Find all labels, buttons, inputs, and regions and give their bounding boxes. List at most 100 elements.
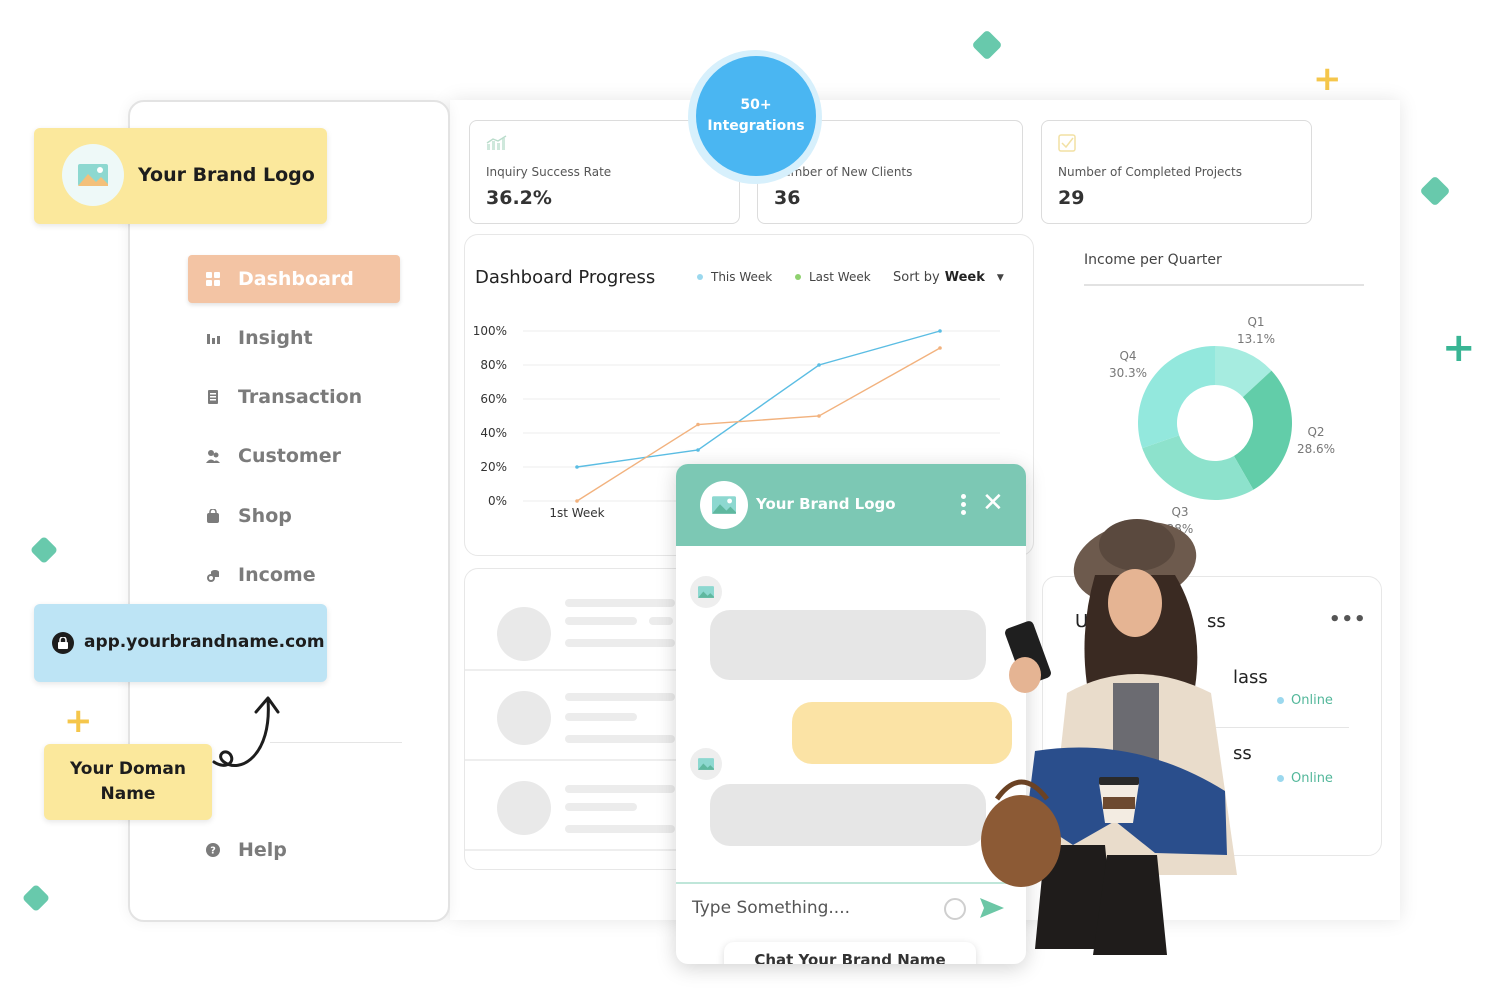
data-point (938, 346, 942, 350)
avatar (690, 576, 722, 608)
status-badge: Online (1291, 771, 1333, 786)
teal-sparkle (971, 29, 1003, 61)
data-point (575, 465, 579, 469)
data-point (575, 499, 579, 503)
avatar-placeholder (497, 691, 551, 745)
logo-placeholder (62, 144, 124, 206)
incoming-message-bubble (710, 610, 986, 680)
curly-arrow-icon (212, 696, 280, 768)
slice-value: 28.6% (1297, 442, 1335, 456)
svg-text:?: ? (210, 846, 216, 857)
close-icon[interactable]: ✕ (982, 490, 1004, 516)
skeleton-line (565, 785, 675, 793)
chat-input[interactable]: Type Something.... (692, 898, 850, 918)
y-tick-label: 80% (480, 358, 507, 372)
status-badge: Online (1291, 693, 1333, 708)
chat-footer-label: Chat Your Brand Name (754, 951, 946, 964)
avatar-placeholder (497, 781, 551, 835)
chat-logo-placeholder (700, 481, 748, 529)
image-icon (698, 586, 714, 598)
income-donut-chart: Q113.1%Q228.6%Q328%Q430.3% (1109, 315, 1335, 536)
donut-slice (1142, 435, 1254, 500)
y-tick-label: 100% (473, 324, 507, 338)
stat-value: 29 (1058, 187, 1085, 209)
data-point (696, 422, 700, 427)
integrations-label: Integrations (707, 118, 805, 134)
lock-icon (52, 632, 74, 654)
chart-icon (486, 135, 507, 150)
sidebar-item-label: Transaction (238, 386, 363, 408)
slice-label: Q1 (1247, 315, 1264, 329)
slice-value: 13.1% (1237, 332, 1275, 346)
skeleton-line (565, 639, 675, 647)
skeleton-line (565, 599, 675, 607)
help-icon: ? (206, 843, 220, 857)
data-point (696, 448, 700, 452)
skeleton-line (565, 825, 675, 833)
y-tick-label: 60% (480, 392, 507, 406)
teal-sparkle (1419, 175, 1451, 207)
sidebar-item-label: Help (238, 839, 287, 861)
slice-value: 30.3% (1109, 366, 1147, 380)
skeleton-line (565, 693, 675, 701)
stat-label: Number of Completed Projects (1058, 165, 1242, 179)
data-point (817, 363, 821, 367)
grid-icon (206, 272, 220, 286)
brand-logo-label: Your Brand Logo (138, 164, 315, 186)
sidebar-item-label: Insight (238, 327, 313, 349)
image-icon (78, 164, 108, 186)
image-icon (698, 758, 714, 770)
chat-widget: Your Brand Logo ✕ Type Something.... Cha… (676, 464, 1026, 964)
chat-header: Your Brand Logo ✕ (676, 464, 1026, 546)
skeleton-line (565, 735, 675, 743)
skeleton-line (649, 617, 673, 625)
sidebar-item-label: Income (238, 564, 316, 586)
sidebar-item-income[interactable]: Income (188, 551, 400, 599)
sidebar-item-label: Customer (238, 445, 341, 467)
integrations-count: 50+ (740, 97, 772, 113)
incoming-message-bubble (710, 784, 986, 846)
domain-name-callout: Your Doman Name (44, 744, 212, 820)
integrations-badge-core: 50+ Integrations (696, 56, 816, 176)
domain-callout-line1: Your Doman (70, 759, 186, 779)
teal-sparkle (29, 535, 59, 565)
sidebar-item-insight[interactable]: Insight (188, 314, 400, 362)
x-tick-label: 1st Week (549, 506, 604, 520)
donut-slice (1138, 346, 1215, 449)
chat-brand-label: Your Brand Logo (756, 495, 896, 513)
sidebar-item-customer[interactable]: Customer (188, 432, 400, 480)
brand-logo-callout: Your Brand Logo (34, 128, 327, 224)
image-icon (712, 496, 736, 514)
users-icon (206, 449, 220, 463)
sidebar-item-label: Dashboard (238, 268, 354, 290)
sidebar-item-label: Shop (238, 505, 292, 527)
emoji-icon[interactable] (944, 898, 966, 920)
document-icon (206, 390, 220, 404)
coins-icon (206, 568, 220, 582)
y-tick-label: 40% (480, 426, 507, 440)
more-vertical-icon[interactable] (960, 494, 966, 515)
more-icon[interactable]: ••• (1329, 609, 1367, 630)
teal-plus-sparkle: + (1442, 325, 1476, 371)
skeleton-line (565, 803, 637, 811)
yellow-plus-sparkle: + (64, 701, 93, 741)
sidebar-item-help[interactable]: ? Help (188, 826, 400, 874)
yellow-plus-sparkle: + (1313, 59, 1342, 99)
sidebar-divider (270, 742, 402, 743)
sidebar-item-shop[interactable]: Shop (188, 492, 400, 540)
sidebar-item-dashboard[interactable]: Dashboard (188, 255, 400, 303)
income-title: Income per Quarter (1084, 252, 1222, 268)
income-divider (1084, 284, 1364, 286)
woman-with-phone-photo (981, 519, 1237, 955)
avatar (690, 748, 722, 780)
stat-label: Inquiry Success Rate (486, 165, 612, 179)
data-point (817, 414, 821, 418)
data-point (938, 329, 942, 333)
skeleton-line (565, 617, 637, 625)
slice-label: Q2 (1307, 425, 1324, 439)
bar-chart-icon (206, 331, 220, 345)
skeleton-line (565, 713, 637, 721)
sidebar-item-transaction[interactable]: Transaction (188, 373, 400, 421)
domain-url-text: app.yourbrandname.com (84, 632, 325, 652)
chat-footer-button[interactable]: Chat Your Brand Name (724, 942, 976, 964)
